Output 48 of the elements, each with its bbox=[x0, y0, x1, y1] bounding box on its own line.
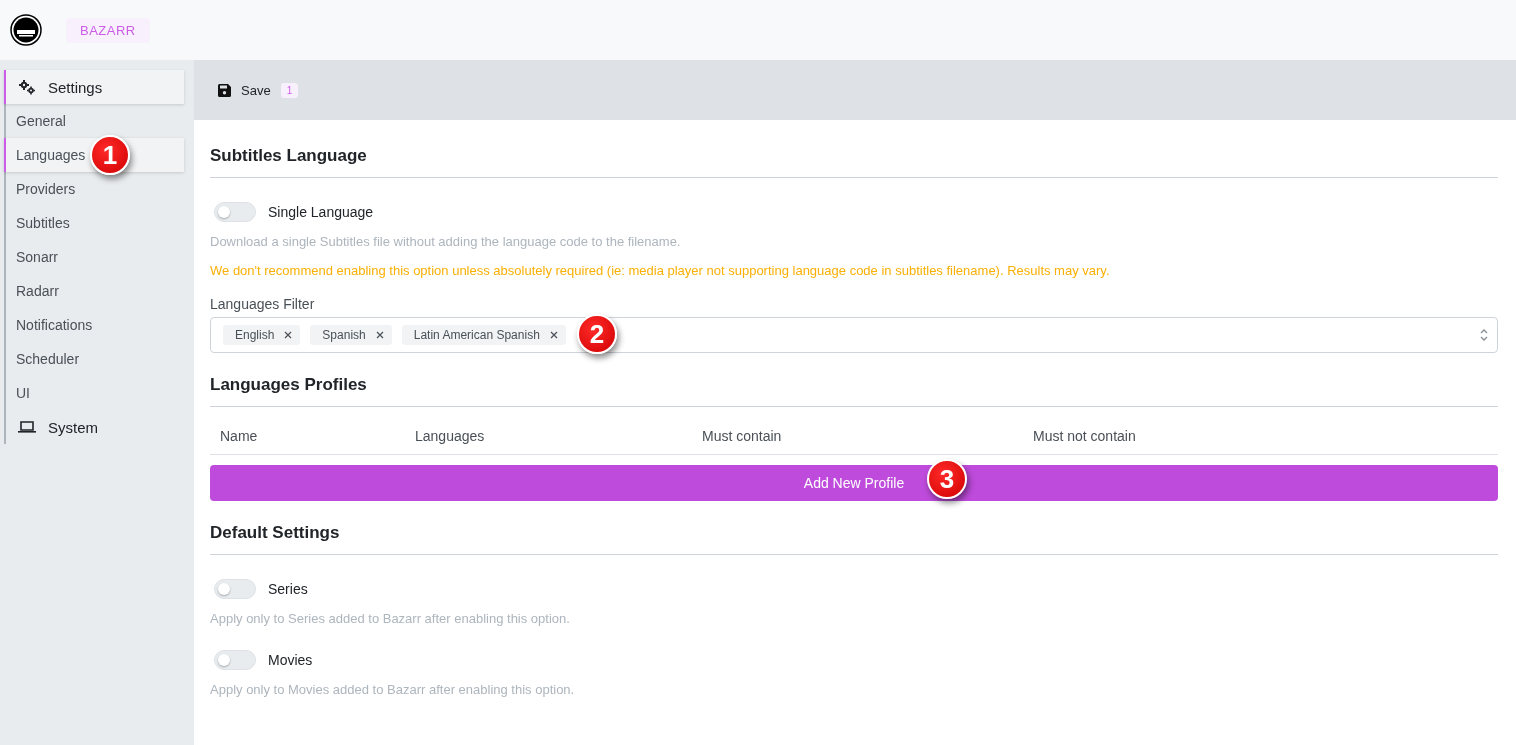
column-header: Languages bbox=[405, 419, 692, 455]
help-text: Apply only to Series added to Bazarr after enabling this option. bbox=[210, 611, 571, 626]
tag-label: English bbox=[235, 328, 275, 342]
sidebar-group-label: Settings bbox=[48, 78, 103, 96]
callout-marker: 3 bbox=[927, 459, 967, 499]
app-logo-icon[interactable] bbox=[10, 14, 42, 46]
sidebar-item[interactable]: Languages 1 bbox=[4, 138, 184, 172]
callout-marker: 2 bbox=[577, 314, 617, 354]
save-button[interactable]: Save bbox=[218, 82, 271, 98]
toggle-switch[interactable] bbox=[214, 579, 256, 599]
callout-marker: 1 bbox=[90, 135, 130, 175]
sidebar-item[interactable]: Subtitles bbox=[6, 206, 184, 240]
sidebar-item[interactable]: Providers bbox=[6, 172, 184, 206]
sidebar-item[interactable]: Notifications bbox=[6, 308, 184, 342]
remove-icon[interactable] bbox=[549, 331, 558, 339]
sidebar-item[interactable]: Scheduler bbox=[6, 342, 184, 376]
sidebar-item[interactable]: UI bbox=[6, 376, 184, 410]
sidebar-item[interactable]: General bbox=[6, 104, 184, 138]
remove-icon[interactable] bbox=[284, 331, 293, 339]
laptop-icon bbox=[18, 420, 36, 434]
count-badge: 1 bbox=[280, 82, 299, 98]
language-multiselect[interactable]: English Spanish Latin American Spanish 2 bbox=[210, 317, 1498, 353]
remove-icon[interactable] bbox=[375, 331, 384, 339]
brand-badge: BAZARR bbox=[66, 17, 150, 43]
toggle-switch[interactable] bbox=[214, 650, 256, 670]
sidebar-group[interactable]: System bbox=[6, 410, 184, 444]
gears-icon bbox=[18, 79, 36, 95]
column-header: Name bbox=[210, 419, 405, 455]
column-header: Must not contain bbox=[1023, 419, 1498, 455]
section-heading: Default Settings bbox=[210, 523, 1498, 555]
section-heading: Languages Profiles bbox=[210, 375, 1498, 407]
help-text: Apply only to Movies added to Bazarr after enabling this option. bbox=[210, 682, 576, 697]
toggle-label: Series bbox=[268, 581, 308, 597]
column-header: Must contain bbox=[692, 419, 1023, 455]
tag-label: Latin American Spanish bbox=[413, 328, 540, 342]
tag-label: Spanish bbox=[322, 328, 366, 342]
help-text: Download a single Subtitles file without adding the language code to the filename. bbox=[210, 234, 682, 249]
sidebar-item[interactable]: Radarr bbox=[6, 274, 184, 308]
toggle-label: Single Language bbox=[268, 204, 374, 220]
sidebar-group[interactable]: Settings bbox=[4, 70, 184, 104]
toggle-switch[interactable] bbox=[214, 202, 256, 222]
chevron-up-down-icon bbox=[1479, 328, 1489, 342]
section-heading: Subtitles Language bbox=[210, 146, 1498, 178]
field-label: Languages Filter bbox=[210, 296, 316, 312]
toggle-label: Movies bbox=[268, 652, 313, 668]
sidebar-item[interactable]: Sonarr bbox=[6, 240, 184, 274]
warning-text: We don't recommend enabling this option unless absolutely required (ie: media player not supporting language code in subtitles filename). Results may vary. bbox=[210, 263, 1111, 278]
sidebar-group-label: System bbox=[48, 418, 98, 436]
